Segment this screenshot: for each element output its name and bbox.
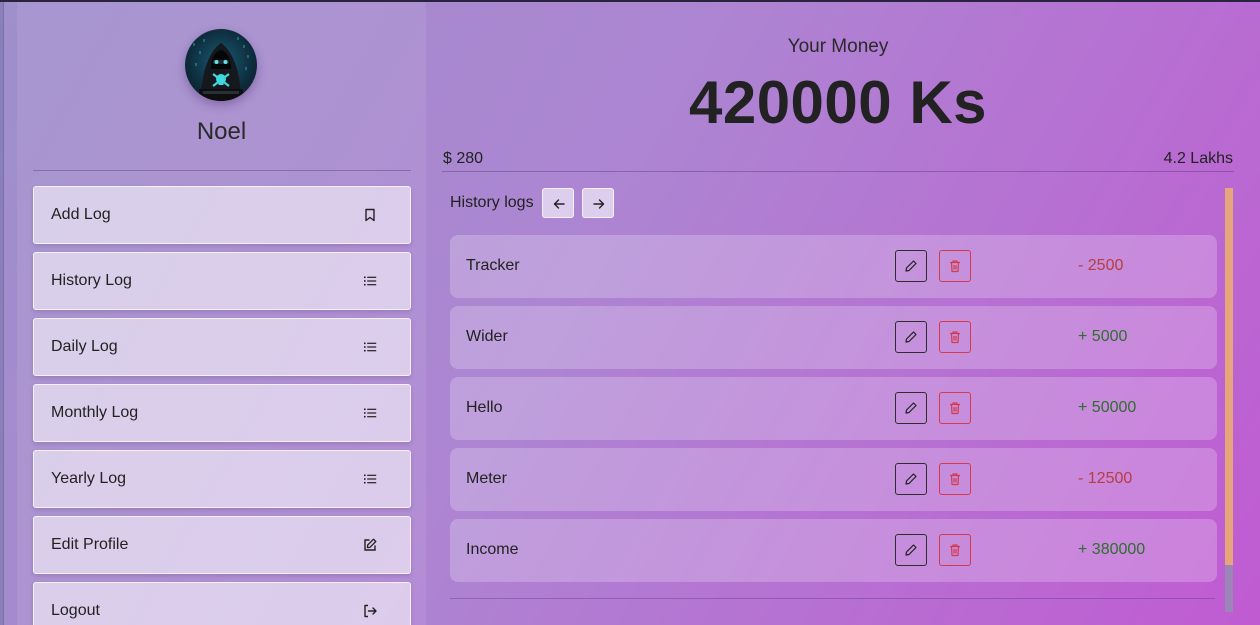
logs-bottom-divider (450, 598, 1215, 599)
edit-log-button[interactable] (895, 250, 927, 282)
trash-icon (950, 331, 960, 344)
trash-icon (950, 402, 960, 415)
sidebar-item-label: History Log (51, 272, 132, 289)
sidebar-item-label: Add Log (51, 206, 111, 223)
sidebar-item-add-log[interactable]: Add Log (33, 186, 411, 244)
sidebar-item-daily-log[interactable]: Daily Log (33, 318, 411, 376)
scrollbar-thumb[interactable] (1225, 188, 1233, 565)
log-name: Hello (466, 399, 503, 416)
log-name: Meter (466, 470, 507, 487)
money-title: Your Money (787, 36, 889, 57)
profile-name: Noel (196, 118, 247, 145)
log-amount: + 5000 (1078, 328, 1128, 345)
pencil-icon (905, 544, 917, 556)
log-amount: - 12500 (1078, 470, 1133, 487)
pencil-icon (905, 402, 917, 414)
list-item: Meter - 12500 (450, 448, 1217, 511)
next-page-button[interactable] (582, 188, 614, 218)
list-icon (362, 405, 378, 421)
sidebar-item-history-log[interactable]: History Log (33, 252, 411, 310)
bookmark-icon (362, 207, 378, 223)
log-amount: + 380000 (1078, 541, 1146, 558)
main-content: Your Money 420000 Ks $ 280 4.2 Lakhs His… (442, 2, 1234, 625)
edit-log-button[interactable] (895, 392, 927, 424)
sidebar-item-yearly-log[interactable]: Yearly Log (33, 450, 411, 508)
prev-page-button[interactable] (542, 188, 574, 218)
edit-log-button[interactable] (895, 463, 927, 495)
delete-log-button[interactable] (939, 392, 971, 424)
trash-icon (950, 544, 960, 557)
trash-icon (950, 260, 960, 273)
history-title: History logs (450, 194, 534, 211)
list-item: Wider + 5000 (450, 306, 1217, 369)
log-name: Tracker (466, 257, 520, 274)
history-scrollbar[interactable] (1225, 188, 1233, 612)
money-amount: 420000 Ks (688, 69, 988, 136)
list-icon (362, 471, 378, 487)
sidebar-item-label: Daily Log (51, 338, 118, 355)
trash-icon (950, 473, 960, 486)
sidebar-item-logout[interactable]: Logout (33, 582, 411, 625)
avatar (185, 29, 257, 101)
edit-square-icon (362, 537, 378, 553)
lakhs-amount: 4.2 Lakhs (1163, 150, 1233, 167)
edit-log-button[interactable] (895, 534, 927, 566)
sidebar-menu: Add Log History Log Daily Log Monthly Lo… (33, 186, 411, 625)
pencil-icon (905, 260, 917, 272)
delete-log-button[interactable] (939, 534, 971, 566)
pencil-icon (905, 473, 917, 485)
window-left-edge (0, 2, 4, 625)
history-log-list: Tracker - 2500 Wider + 5000 Hello + 5000… (450, 235, 1217, 590)
pencil-icon (905, 331, 917, 343)
usd-amount: $ 280 (443, 150, 484, 167)
list-icon (362, 273, 378, 289)
sidebar: Noel Add Log History Log Daily Log Month… (17, 2, 426, 625)
sidebar-divider (33, 170, 411, 171)
delete-log-button[interactable] (939, 321, 971, 353)
list-item: Hello + 50000 (450, 377, 1217, 440)
hooded-hacker-icon (193, 37, 249, 101)
log-name: Income (466, 541, 519, 558)
delete-log-button[interactable] (939, 250, 971, 282)
sidebar-item-edit-profile[interactable]: Edit Profile (33, 516, 411, 574)
sidebar-item-label: Edit Profile (51, 536, 129, 553)
list-icon (362, 339, 378, 355)
arrow-left-icon (553, 199, 565, 209)
sidebar-item-label: Logout (51, 602, 100, 619)
delete-log-button[interactable] (939, 463, 971, 495)
edit-log-button[interactable] (895, 321, 927, 353)
profile-section: Noel (17, 2, 426, 170)
sidebar-item-label: Yearly Log (51, 470, 127, 487)
log-amount: - 2500 (1078, 257, 1124, 274)
list-item: Tracker - 2500 (450, 235, 1217, 298)
sidebar-item-monthly-log[interactable]: Monthly Log (33, 384, 411, 442)
sidebar-item-label: Monthly Log (51, 404, 139, 421)
log-amount: + 50000 (1078, 399, 1137, 416)
logout-icon (362, 603, 378, 619)
arrow-right-icon (593, 199, 605, 209)
main-divider (442, 171, 1234, 172)
list-item: Income + 380000 (450, 519, 1217, 582)
log-name: Wider (466, 328, 508, 345)
